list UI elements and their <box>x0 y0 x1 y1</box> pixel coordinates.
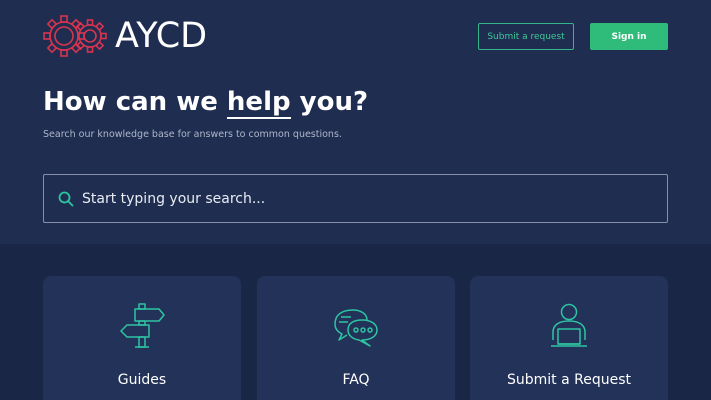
chat-bubbles-icon <box>334 309 378 347</box>
signpost-icon <box>120 303 165 348</box>
card-label: FAQ <box>342 372 370 388</box>
title-highlight: help <box>226 87 291 119</box>
submit-request-button[interactable]: Submit a request <box>478 23 574 50</box>
search-input[interactable] <box>82 183 667 214</box>
logo[interactable]: AYCD <box>43 14 207 58</box>
person-laptop-icon <box>551 303 587 347</box>
title-before: How can we <box>43 87 227 117</box>
title-after: you? <box>290 87 369 117</box>
category-card-guides[interactable]: Guides <box>43 276 241 400</box>
sign-in-button[interactable]: Sign in <box>590 23 668 50</box>
gears-logo-icon <box>43 15 107 57</box>
search-box[interactable] <box>43 174 668 223</box>
page-subtitle: Search our knowledge base for answers to… <box>43 129 342 140</box>
search-icon <box>58 191 74 206</box>
card-label: Submit a Request <box>506 372 631 388</box>
category-card-faq[interactable]: FAQ <box>257 276 455 400</box>
logo-text: AYCD <box>115 16 208 56</box>
category-card-submit-request[interactable]: Submit a Request <box>470 276 668 400</box>
card-label: Guides <box>117 372 167 388</box>
page-title: How can we help you? <box>43 84 368 120</box>
